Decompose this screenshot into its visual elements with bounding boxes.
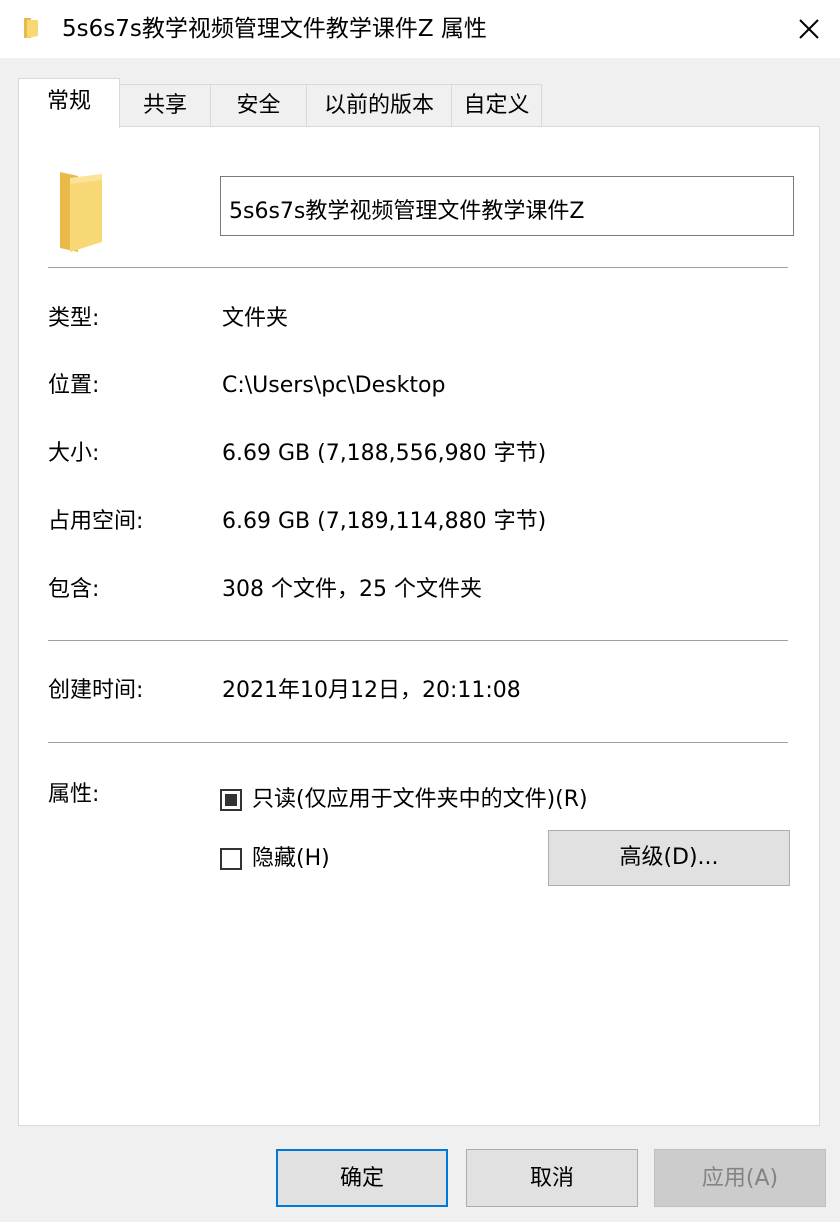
ok-button[interactable]: 确定 bbox=[276, 1149, 448, 1207]
separator bbox=[48, 640, 788, 641]
tab-security[interactable]: 安全 bbox=[210, 84, 307, 126]
hidden-checkbox-row[interactable]: 隐藏(H) bbox=[220, 844, 330, 874]
close-icon bbox=[799, 19, 819, 39]
cancel-button[interactable]: 取消 bbox=[466, 1149, 638, 1207]
readonly-checkbox-row[interactable]: 只读(仅应用于文件夹中的文件)(R) bbox=[220, 785, 588, 815]
hidden-checkbox[interactable] bbox=[220, 848, 242, 870]
apply-button[interactable]: 应用(A) bbox=[654, 1149, 826, 1207]
contains-value: 308 个文件，25 个文件夹 bbox=[222, 577, 482, 602]
created-label: 创建时间: bbox=[48, 678, 144, 703]
size-value: 6.69 GB (7,188,556,980 字节) bbox=[222, 441, 547, 466]
contains-label: 包含: bbox=[48, 577, 100, 602]
size-on-disk-value: 6.69 GB (7,189,114,880 字节) bbox=[222, 509, 547, 534]
tab-previous-versions[interactable]: 以前的版本 bbox=[306, 84, 452, 126]
type-value: 文件夹 bbox=[222, 306, 289, 331]
hidden-label: 隐藏(H) bbox=[252, 846, 330, 871]
separator bbox=[48, 742, 788, 743]
attributes-label: 属性: bbox=[48, 782, 100, 807]
tab-customize[interactable]: 自定义 bbox=[451, 84, 542, 126]
folder-large-icon bbox=[60, 172, 102, 252]
location-value: C:\Users\pc\Desktop bbox=[222, 373, 446, 398]
close-button[interactable] bbox=[778, 0, 840, 58]
size-label: 大小: bbox=[48, 441, 100, 466]
separator bbox=[48, 267, 788, 268]
type-label: 类型: bbox=[48, 306, 100, 331]
location-label: 位置: bbox=[48, 373, 100, 398]
advanced-button[interactable]: 高级(D)... bbox=[548, 830, 790, 886]
readonly-label: 只读(仅应用于文件夹中的文件)(R) bbox=[252, 787, 588, 812]
title-bar: 5s6s7s教学视频管理文件教学课件Z 属性 bbox=[0, 0, 840, 58]
created-value: 2021年10月12日，20:11:08 bbox=[222, 678, 521, 703]
folder-icon bbox=[24, 18, 38, 38]
tab-sharing[interactable]: 共享 bbox=[119, 84, 211, 126]
general-panel bbox=[18, 126, 820, 1126]
size-on-disk-label: 占用空间: bbox=[48, 509, 144, 534]
tab-general[interactable]: 常规 bbox=[18, 78, 120, 128]
readonly-checkbox[interactable] bbox=[220, 789, 242, 811]
folder-name-input[interactable] bbox=[220, 176, 794, 236]
window-title: 5s6s7s教学视频管理文件教学课件Z 属性 bbox=[62, 16, 487, 42]
